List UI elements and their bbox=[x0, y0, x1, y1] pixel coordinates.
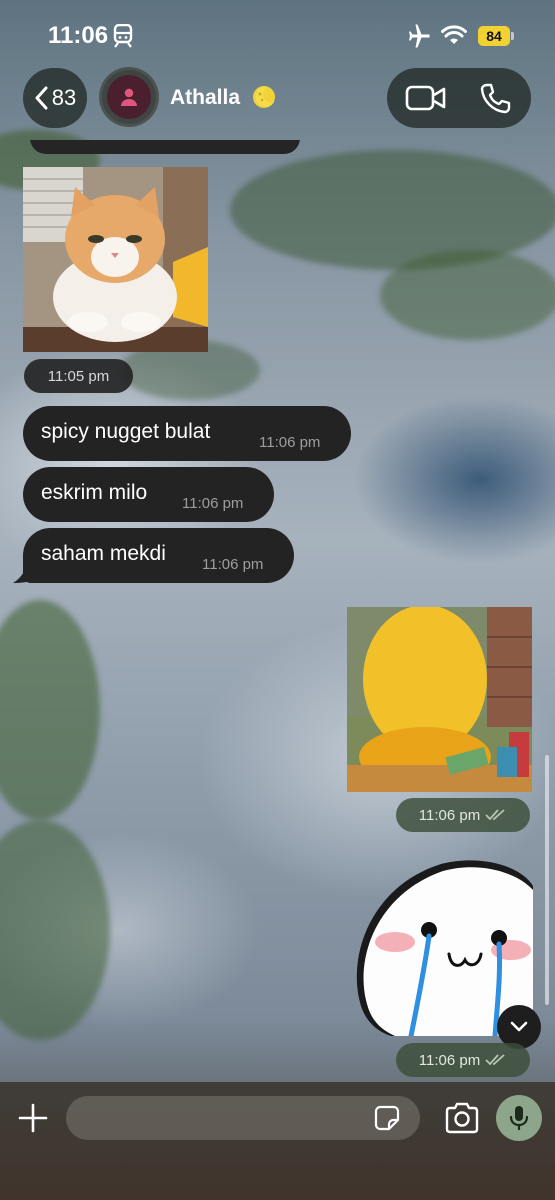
avatar bbox=[107, 75, 151, 119]
message-input[interactable] bbox=[66, 1096, 420, 1140]
message-time: 11:06 pm bbox=[182, 495, 244, 512]
contact-name[interactable]: Athalla bbox=[170, 86, 240, 110]
chevron-left-icon bbox=[35, 86, 48, 110]
moon-icon bbox=[253, 86, 275, 108]
sticker-icon[interactable] bbox=[374, 1105, 400, 1131]
message-time: 11:05 pm bbox=[24, 359, 133, 393]
incoming-message[interactable]: saham mekdi 11:06 pm bbox=[23, 528, 294, 583]
airplane-icon bbox=[409, 24, 430, 48]
voice-message-button[interactable] bbox=[496, 1095, 542, 1141]
battery-indicator: 84 bbox=[478, 26, 514, 46]
status-bar: 11:06 84 bbox=[0, 0, 555, 62]
message-time: 11:06 pm bbox=[396, 1043, 530, 1077]
incoming-message[interactable]: spicy nugget bulat 11:06 pm bbox=[23, 406, 351, 461]
camera-icon[interactable] bbox=[444, 1102, 480, 1134]
person-icon bbox=[121, 88, 137, 106]
status-time: 11:06 bbox=[48, 22, 109, 49]
chevron-down-icon bbox=[510, 1021, 528, 1032]
cat-photo[interactable] bbox=[23, 167, 208, 352]
microphone-icon bbox=[509, 1106, 529, 1130]
contact-avatar[interactable] bbox=[99, 67, 159, 127]
yellow-character-photo[interactable] bbox=[347, 607, 532, 792]
unread-count: 83 bbox=[51, 85, 77, 110]
double-check-icon bbox=[485, 809, 505, 821]
wifi-icon bbox=[441, 25, 467, 44]
battery-level: 84 bbox=[478, 26, 510, 46]
message-text: saham mekdi bbox=[41, 542, 166, 565]
message-time: 11:06 pm bbox=[396, 798, 530, 832]
message-time: 11:06 pm bbox=[202, 556, 264, 573]
chat-header: 83 Athalla bbox=[0, 66, 555, 130]
message-composer bbox=[0, 1082, 555, 1200]
video-call-icon[interactable] bbox=[405, 83, 447, 113]
phone-icon[interactable] bbox=[479, 82, 511, 114]
bubble-tail bbox=[13, 562, 35, 583]
message-time: 11:06 pm bbox=[259, 434, 321, 451]
message-text: spicy nugget bulat bbox=[41, 420, 211, 443]
double-check-icon bbox=[485, 1054, 505, 1066]
scrollbar[interactable] bbox=[545, 755, 549, 1005]
back-button[interactable]: 83 bbox=[23, 68, 87, 128]
incoming-message[interactable]: eskrim milo 11:06 pm bbox=[23, 467, 274, 522]
call-actions bbox=[387, 68, 531, 128]
plus-icon[interactable] bbox=[17, 1102, 49, 1134]
train-icon bbox=[113, 24, 133, 48]
message-text: eskrim milo bbox=[41, 481, 148, 504]
